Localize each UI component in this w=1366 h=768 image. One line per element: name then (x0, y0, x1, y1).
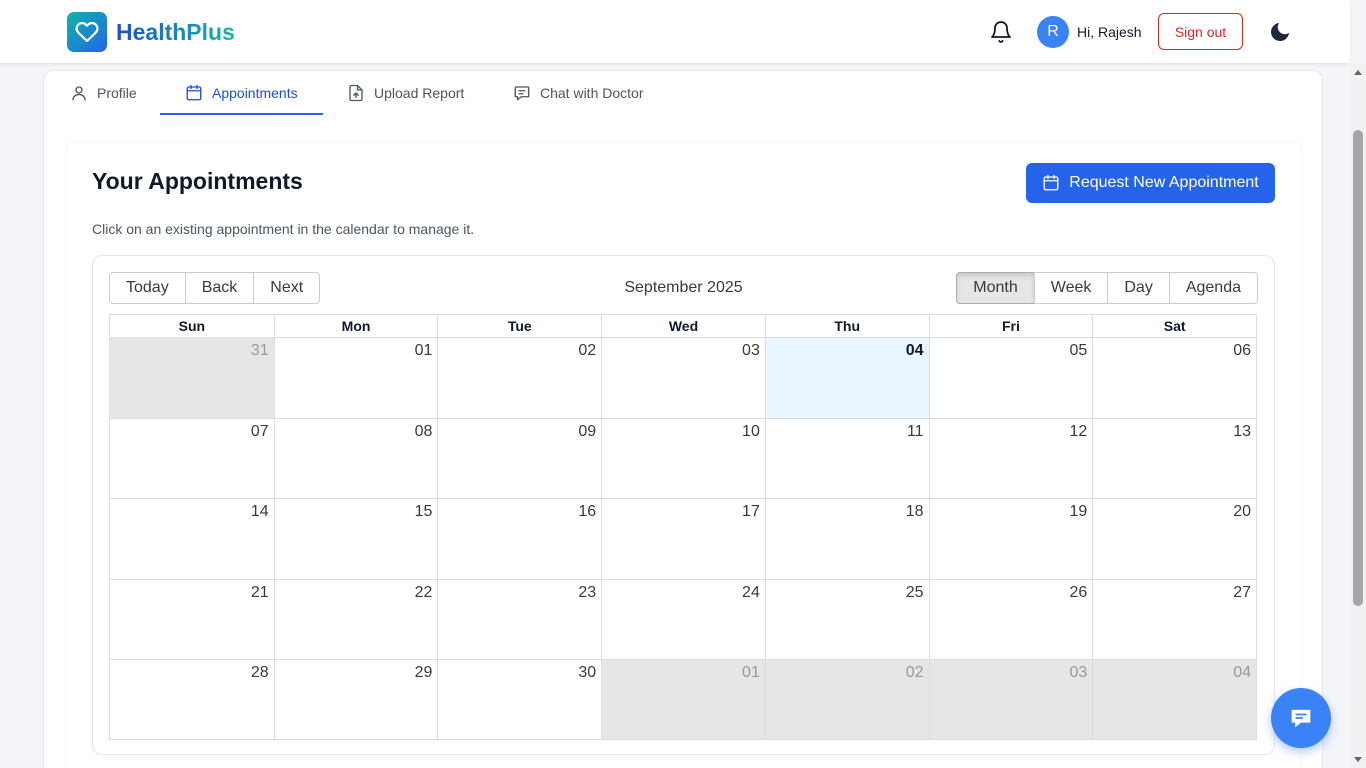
weekday-label: Sat (1092, 315, 1256, 337)
app-name: HealthPlus (116, 18, 235, 45)
appointments-section: Your Appointments Click on an existing a… (68, 143, 1300, 768)
weekday-header: Sun Mon Tue Wed Thu Fri Sat (110, 315, 1256, 338)
calendar-day-cell[interactable]: 19 (928, 498, 1093, 579)
chat-fab-button[interactable] (1271, 688, 1331, 748)
tab-label: Profile (97, 85, 137, 101)
page-title: Your Appointments (92, 168, 303, 194)
today-button[interactable]: Today (109, 272, 186, 304)
calendar-day-cell[interactable]: 02 (764, 658, 929, 739)
calendar-day-cell[interactable]: 01 (273, 338, 438, 419)
calendar-day-cell[interactable]: 24 (601, 578, 765, 659)
message-icon (514, 86, 530, 101)
calendar-day-cell[interactable]: 07 (110, 418, 274, 499)
tab-appointments[interactable]: Appointments (160, 71, 323, 115)
week-view-button[interactable]: Week (1033, 272, 1109, 304)
next-button[interactable]: Next (253, 272, 321, 304)
day-cells: 31 01 02 03 04 05 06 07 08 09 10 11 12 13 14 15 16 17 18 19… (110, 338, 1256, 739)
calendar-day-cell[interactable]: 13 (1092, 418, 1256, 499)
file-upload-icon (349, 84, 363, 102)
calendar-day-cell[interactable]: 02 (437, 338, 602, 419)
user-greeting: Hi, Rajesh (1077, 24, 1142, 40)
back-button[interactable]: Back (184, 272, 255, 304)
calendar-day-cell[interactable]: 14 (110, 498, 274, 579)
scroll-up-arrow-icon[interactable] (1354, 70, 1362, 75)
app-logo[interactable]: HealthPlus (67, 12, 235, 52)
calendar-day-cell[interactable]: 21 (110, 578, 274, 659)
calendar-day-cell-today[interactable]: 04 (764, 338, 929, 419)
tab-label: Upload Report (374, 85, 465, 101)
calendar-day-cell[interactable]: 15 (273, 498, 438, 579)
dashboard-panel: Profile Appointments Upload Report Chat … (43, 70, 1323, 768)
calendar-day-cell[interactable]: 27 (1092, 578, 1256, 659)
heart-logo-icon (67, 12, 107, 52)
weekday-label: Wed (601, 315, 765, 337)
sign-out-button[interactable]: Sign out (1158, 13, 1243, 50)
weekday-label: Tue (437, 315, 601, 337)
tab-bar: Profile Appointments Upload Report Chat … (44, 71, 1322, 115)
moon-icon[interactable] (1268, 20, 1292, 44)
chat-bubble-icon (1291, 709, 1311, 728)
top-navbar: HealthPlus R Hi, Rajesh Sign out (0, 0, 1350, 64)
calendar-day-cell[interactable]: 03 (928, 658, 1093, 739)
calendar-day-cell[interactable]: 20 (1092, 498, 1256, 579)
calendar-day-cell[interactable]: 11 (764, 418, 929, 499)
tab-upload-report[interactable]: Upload Report (347, 71, 464, 115)
request-button-label: Request New Appointment (1069, 174, 1259, 191)
user-icon (72, 86, 86, 101)
weekday-label: Sun (178, 318, 206, 334)
calendar-day-cell[interactable]: 12 (928, 418, 1093, 499)
month-view-button[interactable]: Month (956, 272, 1035, 304)
calendar-day-cell[interactable]: 25 (764, 578, 929, 659)
calendar-view-group: Month Week Day Agenda (956, 272, 1258, 304)
calendar-day-cell[interactable]: 30 (437, 658, 602, 739)
calendar-day-cell[interactable]: 23 (437, 578, 602, 659)
page-subtitle: Click on an existing appointment in the … (92, 221, 475, 237)
weekday-label: Fri (928, 315, 1093, 337)
tab-label: Appointments (212, 85, 298, 101)
calendar-day-cell[interactable]: 31 (110, 338, 274, 419)
calendar-day-cell[interactable]: 08 (273, 418, 438, 499)
agenda-view-button[interactable]: Agenda (1168, 272, 1258, 304)
scrollbar-thumb[interactable] (1353, 130, 1363, 606)
tab-chat-with-doctor[interactable]: Chat with Doctor (513, 71, 643, 115)
bell-icon[interactable] (989, 20, 1013, 44)
calendar-day-cell[interactable]: 09 (437, 418, 602, 499)
calendar-day-cell[interactable]: 28 (110, 658, 274, 739)
calendar-day-cell[interactable]: 03 (601, 338, 765, 419)
calendar-day-cell[interactable]: 26 (928, 578, 1093, 659)
tab-profile[interactable]: Profile (70, 71, 137, 115)
page-scrollbar[interactable] (1350, 64, 1366, 768)
calendar-day-cell[interactable]: 04 (1092, 658, 1256, 739)
calendar-nav-group: Today Back Next (109, 272, 321, 304)
weekday-label: Mon (273, 315, 438, 337)
calendar-day-cell[interactable]: 01 (601, 658, 765, 739)
calendar-day-cell[interactable]: 29 (273, 658, 438, 739)
calendar-day-cell[interactable]: 22 (273, 578, 438, 659)
day-view-button[interactable]: Day (1107, 272, 1170, 304)
request-new-appointment-button[interactable]: Request New Appointment (1026, 163, 1275, 203)
month-grid: Sun Mon Tue Wed Thu Fri Sat 31 01 02 03 04 05… (109, 314, 1257, 740)
scroll-down-arrow-icon[interactable] (1354, 757, 1362, 762)
calendar-day-cell[interactable]: 06 (1092, 338, 1256, 419)
weekday-label: Thu (764, 315, 929, 337)
calendar-toolbar: September 2025 Today Back Next Month Wee… (109, 272, 1258, 304)
avatar: R (1037, 16, 1069, 48)
calendar-icon (186, 84, 202, 101)
calendar-icon (1043, 174, 1059, 191)
calendar-day-cell[interactable]: 16 (437, 498, 602, 579)
tab-label: Chat with Doctor (540, 85, 644, 101)
user-menu[interactable]: R Hi, Rajesh (1037, 16, 1142, 48)
calendar-day-cell[interactable]: 05 (928, 338, 1093, 419)
calendar-day-cell[interactable]: 18 (764, 498, 929, 579)
calendar-day-cell[interactable]: 17 (601, 498, 765, 579)
appointment-calendar: September 2025 Today Back Next Month Wee… (92, 255, 1275, 755)
calendar-day-cell[interactable]: 10 (601, 418, 765, 499)
